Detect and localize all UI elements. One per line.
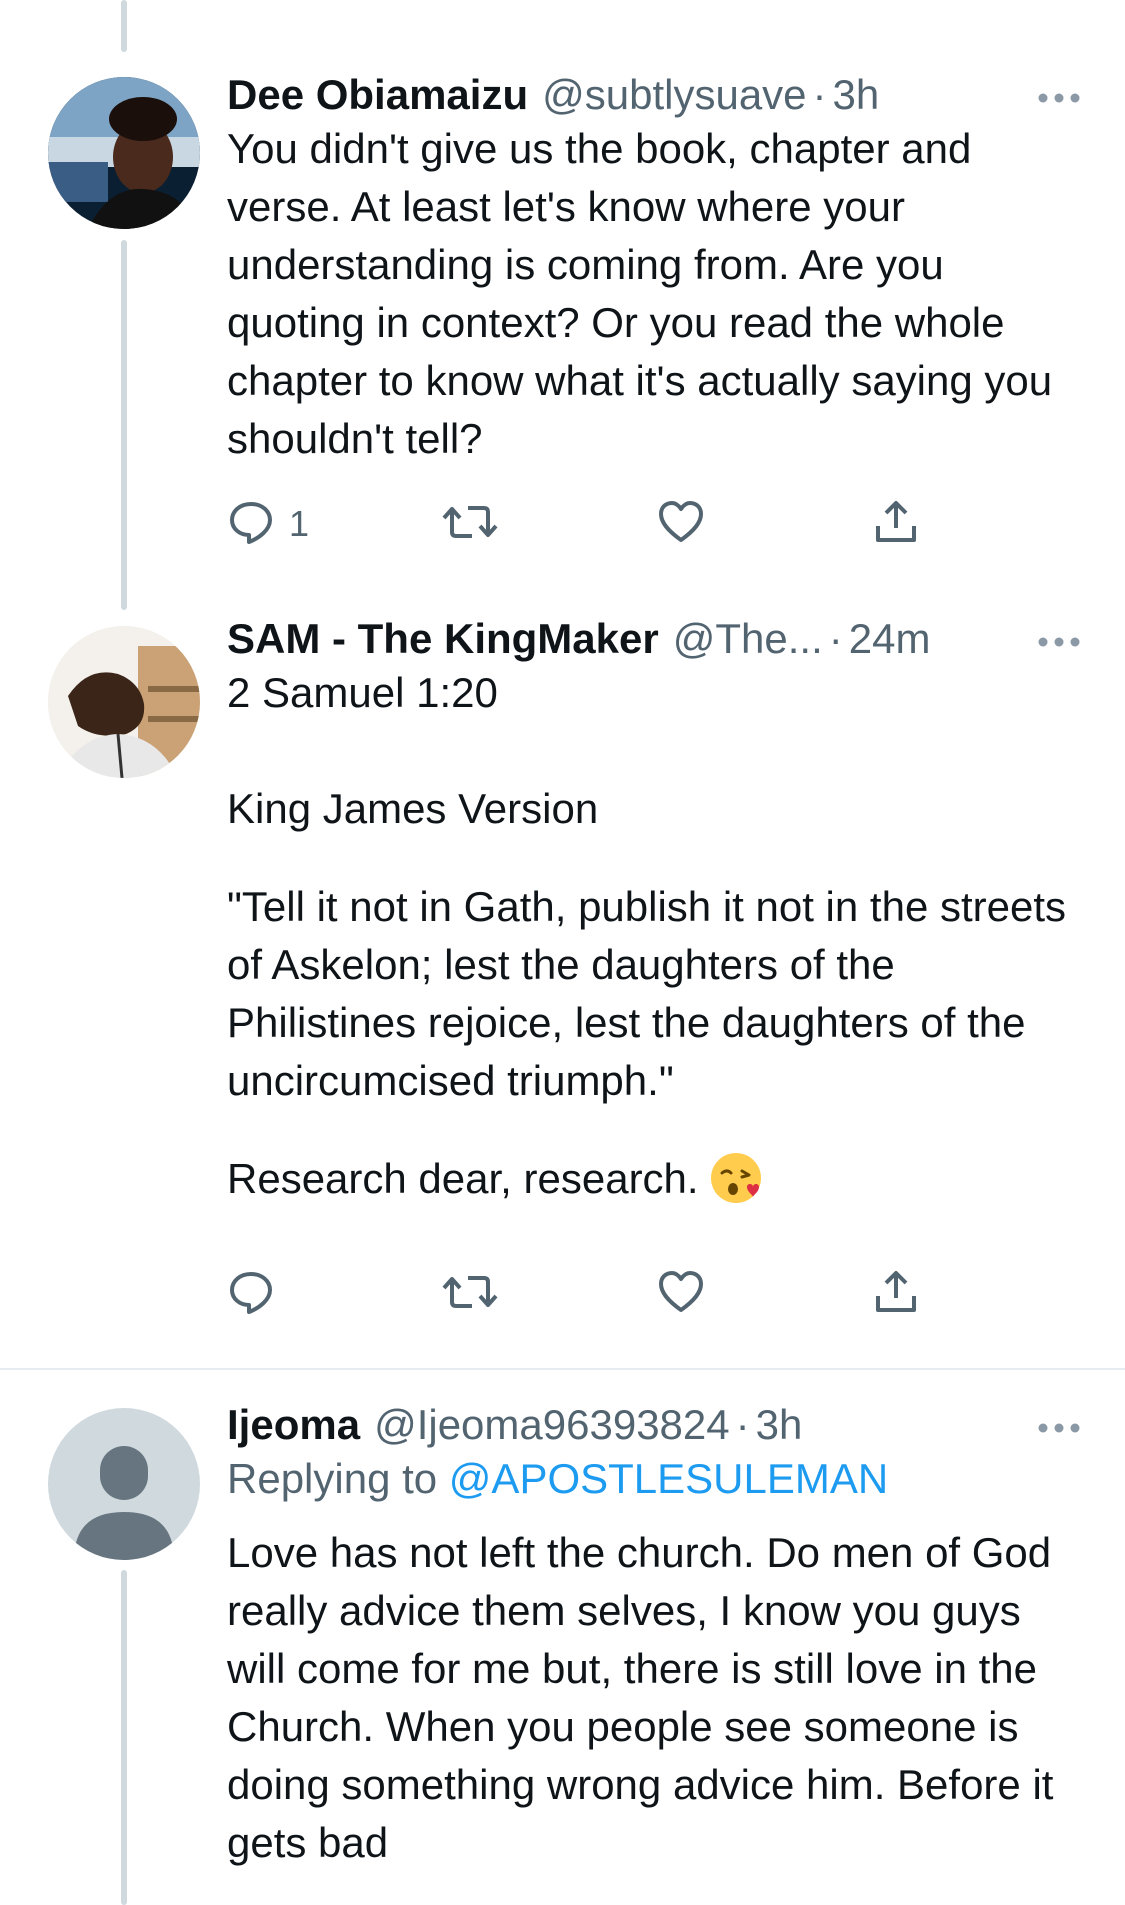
default-avatar-icon[interactable] xyxy=(48,1408,200,1560)
like-button[interactable] xyxy=(657,494,705,554)
retweet-button[interactable] xyxy=(442,1264,498,1324)
replying-prefix: Replying to xyxy=(227,1455,438,1502)
reply-icon xyxy=(227,1268,275,1321)
tweet-header: SAM - The KingMaker @The... · 24m xyxy=(227,614,1087,664)
timestamp[interactable]: 3h xyxy=(756,1400,803,1450)
tweet-text: You didn't give us the book, chapter and… xyxy=(227,125,1064,462)
tweet-text-closing: Research dear, research. xyxy=(227,1155,699,1202)
thread-line-top xyxy=(121,0,127,52)
display-name[interactable]: Dee Obiamaizu xyxy=(227,70,528,120)
share-button[interactable] xyxy=(872,1264,920,1324)
separator-dot: · xyxy=(812,71,827,118)
reply-button[interactable]: 1 xyxy=(227,494,309,554)
tweet-header: Dee Obiamaizu @subtlysuave · 3h xyxy=(227,70,1087,120)
more-icon[interactable] xyxy=(1031,78,1087,118)
timestamp[interactable]: 24m xyxy=(849,614,931,664)
separator-dot: · xyxy=(735,1401,750,1448)
display-name[interactable]: SAM - The KingMaker xyxy=(227,614,659,664)
heart-icon xyxy=(657,498,705,551)
avatar[interactable] xyxy=(48,626,200,778)
reply-icon xyxy=(227,498,275,551)
retweet-icon xyxy=(442,498,498,551)
tweet-actions xyxy=(227,1264,987,1324)
thread-line-3 xyxy=(121,1570,127,1905)
retweet-button[interactable] xyxy=(442,494,498,554)
like-button[interactable] xyxy=(657,1264,705,1324)
user-handle[interactable]: @Ijeoma96393824 xyxy=(374,1400,730,1450)
tweet-text: Love has not left the church. Do men of … xyxy=(227,1529,1066,1866)
timestamp[interactable]: 3h xyxy=(833,70,880,120)
thread-line-1 xyxy=(121,240,127,610)
share-icon xyxy=(872,498,920,551)
reply-button[interactable] xyxy=(227,1264,275,1324)
tweet-actions: 1 xyxy=(227,494,987,554)
share-icon xyxy=(872,1268,920,1321)
avatar[interactable] xyxy=(48,77,200,229)
user-handle[interactable]: @subtlysuave xyxy=(542,70,806,120)
tweet-divider xyxy=(0,1368,1125,1370)
tweet-text-line: Research dear, research. xyxy=(227,1150,1087,1208)
more-icon[interactable] xyxy=(1031,622,1087,662)
tweet-text-quote: "Tell it not in Gath, publish it not in … xyxy=(227,883,1078,1104)
tweet-header: Ijeoma @Ijeoma96393824 · 3h xyxy=(227,1400,1087,1450)
retweet-icon xyxy=(442,1268,498,1321)
kiss-emoji-icon xyxy=(709,1151,763,1205)
reply-count: 1 xyxy=(289,503,310,544)
tweet-text-line: King James Version xyxy=(227,785,599,832)
share-button[interactable] xyxy=(872,494,920,554)
heart-icon xyxy=(657,1268,705,1321)
tweet-text-line: 2 Samuel 1:20 xyxy=(227,669,498,716)
mention-link[interactable]: @APOSTLESULEMAN xyxy=(449,1455,888,1502)
more-icon[interactable] xyxy=(1031,1408,1087,1448)
display-name[interactable]: Ijeoma xyxy=(227,1400,360,1450)
separator-dot: · xyxy=(828,615,843,662)
replying-to: Replying to @APOSTLESULEMAN xyxy=(227,1450,1087,1508)
user-handle[interactable]: @The... xyxy=(673,614,823,664)
